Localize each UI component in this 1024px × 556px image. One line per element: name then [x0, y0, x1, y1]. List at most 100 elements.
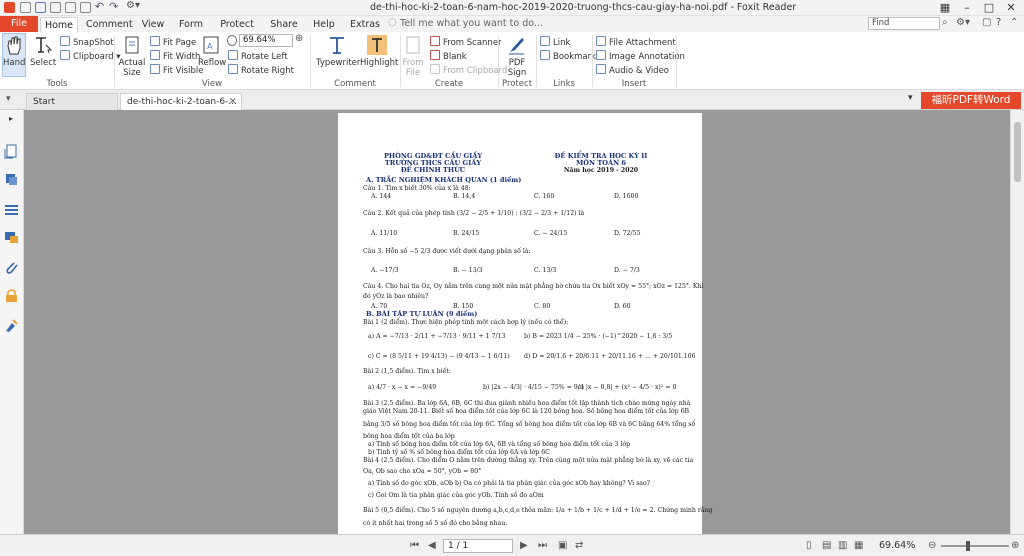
reflow-button[interactable]: A Reflow — [198, 34, 226, 68]
tab-share[interactable]: Share — [268, 17, 300, 32]
expand-panel-icon[interactable]: ▸ — [9, 114, 13, 123]
from-scanner-button[interactable]: From Scanner — [430, 36, 502, 49]
undo-icon[interactable]: ↶ — [95, 0, 104, 13]
tab-document[interactable]: de-thi-hoc-ki-2-toan-6-... ✕ — [120, 93, 242, 110]
facing-page-icon[interactable]: ▥ — [838, 540, 847, 551]
tab-protect[interactable]: Protect — [218, 17, 256, 32]
first-page-icon[interactable]: ⏮ — [410, 540, 419, 551]
fit-visible-button[interactable]: Fit Visible — [150, 64, 203, 77]
from-clipboard-button[interactable]: From Clipboard — [430, 64, 507, 77]
open-icon[interactable] — [20, 2, 31, 13]
customize-quick-access-icon[interactable]: ⚙▾ — [126, 0, 140, 11]
vertical-scrollbar[interactable] — [1010, 110, 1024, 534]
continuous-facing-icon[interactable]: ▦ — [854, 540, 863, 551]
last-page-icon[interactable]: ⏭ — [538, 540, 547, 551]
save-icon[interactable] — [35, 2, 46, 13]
fit-page-button[interactable]: Fit Page — [150, 36, 196, 49]
page-number-input[interactable]: 1 / 1 — [443, 539, 513, 553]
image-icon — [596, 50, 606, 60]
zoom-slider-thumb[interactable] — [966, 541, 970, 551]
comments-panel-icon[interactable] — [4, 202, 19, 217]
signature-icon[interactable] — [4, 318, 19, 333]
blank-button[interactable]: Blank — [430, 50, 467, 63]
zoom-slider[interactable] — [941, 545, 1009, 547]
zoom-in-button[interactable]: ⊕ — [1011, 540, 1019, 551]
minimize-button[interactable]: – — [956, 1, 978, 15]
layers-icon[interactable] — [4, 172, 19, 187]
bookmark-button[interactable]: Bookmark — [540, 50, 596, 63]
collapse-ribbon-icon[interactable]: ⌃ — [1010, 17, 1018, 28]
zoom-out-icon[interactable] — [227, 35, 237, 46]
attachments-icon[interactable] — [4, 260, 19, 275]
search-icon[interactable]: ⌕ — [942, 17, 948, 28]
document-canvas[interactable]: PHÒNG GD&ĐT CẦU GIẤY TRƯỜNG THCS CẦU GIẤ… — [24, 110, 1010, 534]
print-icon[interactable] — [50, 2, 61, 13]
tab-home[interactable]: Home — [40, 17, 78, 32]
pdf-sign-button[interactable]: PDF Sign — [502, 34, 532, 78]
promo-banner[interactable]: 福昕PDF转Word — [921, 92, 1021, 109]
settings-icon[interactable]: ⚙▾ — [956, 17, 970, 28]
tab-view[interactable]: View — [138, 17, 168, 32]
fit-width-button[interactable]: Fit Width — [150, 50, 200, 63]
message-icon[interactable]: ▢ — [982, 17, 991, 28]
close-button[interactable]: ✕ — [1000, 1, 1022, 15]
redo-icon[interactable]: ↷ — [109, 0, 118, 13]
video-icon — [596, 64, 606, 74]
navigation-arrows-icon[interactable]: ⇄ — [575, 540, 583, 551]
zoom-in-icon[interactable]: ⊕ — [295, 33, 303, 44]
next-page-icon[interactable]: ▶ — [520, 540, 528, 551]
tab-comment[interactable]: Comment — [86, 17, 133, 32]
clipboard-button[interactable]: Clipboard ▾ — [60, 50, 121, 63]
image-annotation-button[interactable]: Image Annotation — [596, 50, 685, 63]
group-label-links: Links — [553, 79, 575, 89]
tab-file[interactable]: File — [0, 16, 38, 32]
typewriter-icon — [330, 37, 344, 54]
tab-start[interactable]: Start — [26, 93, 118, 110]
file-attachment-button[interactable]: File Attachment — [596, 36, 676, 49]
highlight-button[interactable]: Highlight — [360, 34, 398, 68]
tab-scroll-left-icon[interactable]: ▾ — [6, 94, 11, 104]
rotate-right-button[interactable]: Rotate Right — [228, 64, 294, 77]
q1-option-b: B. 14,4 — [453, 193, 476, 200]
link-button[interactable]: Link — [540, 36, 570, 49]
rotate-left-button[interactable]: Rotate Left — [228, 50, 288, 63]
single-page-icon[interactable]: ▯ — [806, 540, 812, 551]
security-lock-icon[interactable] — [4, 288, 19, 303]
zoom-out-button[interactable]: ⊖ — [928, 540, 936, 551]
pages-icon[interactable] — [4, 144, 19, 159]
scrollbar-thumb[interactable] — [1014, 122, 1021, 182]
select-button[interactable]: Select — [30, 34, 56, 68]
hand-button[interactable]: Hand — [2, 33, 26, 77]
tab-extras[interactable]: Extras — [348, 17, 382, 32]
audio-video-button[interactable]: Audio & Video — [596, 64, 669, 77]
tell-me-input[interactable]: Tell me what you want to do... — [400, 18, 543, 29]
new-icon[interactable] — [65, 2, 76, 13]
snapshot-label: SnapShot — [73, 38, 114, 48]
tab-list-icon[interactable]: ▾ — [908, 93, 913, 103]
q1-option-c: C. 160 — [534, 193, 555, 200]
annotations-icon[interactable] — [4, 230, 19, 245]
help-icon[interactable]: ? — [996, 17, 1001, 28]
tab-help[interactable]: Help — [310, 17, 338, 32]
divider — [676, 35, 677, 87]
fit-width-label: Fit Width — [163, 52, 201, 62]
group-label-comment: Comment — [334, 79, 376, 89]
typewriter-button[interactable]: Typewriter — [316, 34, 360, 68]
scanner-icon — [430, 36, 440, 46]
snapshot-button[interactable]: SnapShot — [60, 36, 114, 49]
create-icon[interactable] — [80, 2, 91, 13]
actual-size-button[interactable]: Actual Size — [118, 34, 146, 78]
find-input[interactable]: Find — [868, 17, 940, 30]
maximize-button[interactable]: □ — [978, 1, 1000, 15]
from-file-button[interactable]: From File — [402, 34, 424, 78]
q2-option-b: B. 24/15 — [453, 230, 480, 237]
exercise-4-line-3: a) Tính số đo góc xOb, aOb b) Oa có phải… — [368, 480, 651, 487]
close-tab-icon[interactable]: ✕ — [229, 94, 237, 110]
layout-icon[interactable]: ▦ — [934, 1, 956, 15]
tab-form[interactable]: Form — [176, 17, 206, 32]
zoom-input[interactable]: 69.64% — [239, 34, 293, 47]
reading-mode-icon[interactable]: ▣ — [558, 540, 567, 551]
ribbon-tab-bar: File Home Comment View Form Protect Shar… — [0, 16, 1024, 32]
previous-page-icon[interactable]: ◀ — [428, 540, 436, 551]
continuous-page-icon[interactable]: ▤ — [822, 540, 831, 551]
